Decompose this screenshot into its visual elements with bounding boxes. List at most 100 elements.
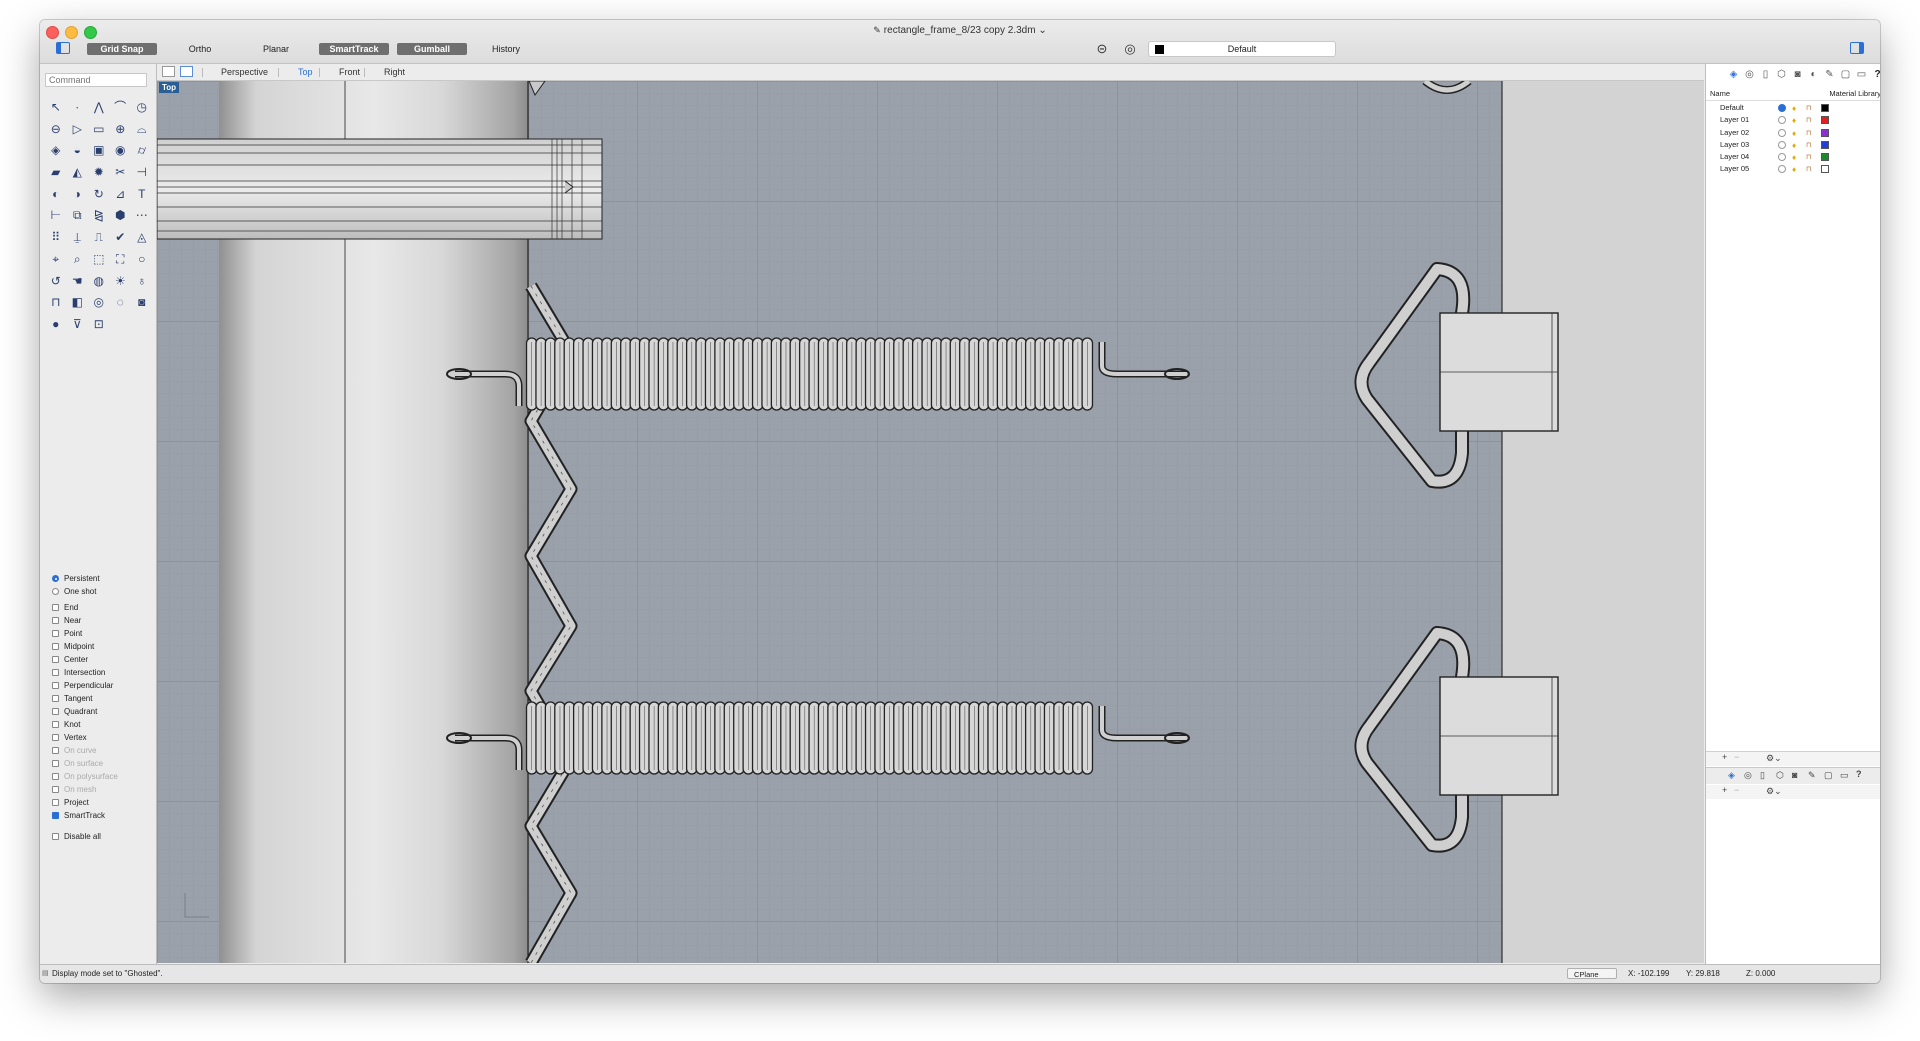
polyline-icon[interactable]: ⋀ <box>88 97 110 119</box>
ellipse-icon[interactable]: ⊖ <box>45 119 67 141</box>
radio-button[interactable] <box>52 575 59 582</box>
right-sidebar-toggle-icon[interactable] <box>1850 42 1864 54</box>
osnap-on-surface[interactable]: On surface <box>52 757 152 770</box>
extrude-icon[interactable]: ◒ <box>67 140 89 162</box>
properties-icon[interactable]: ◎ <box>1744 69 1755 80</box>
cplane-selector[interactable]: CPlane <box>1567 968 1617 979</box>
visibility-bulb-icon[interactable]: ♦ <box>1792 128 1796 140</box>
spring-lower[interactable] <box>446 701 1190 775</box>
spring-upper[interactable] <box>446 337 1190 411</box>
visibility-bulb-icon[interactable]: ♦ <box>1792 115 1796 127</box>
search-icon[interactable]: ○ <box>131 249 153 271</box>
layers-icon[interactable]: ◈ <box>1728 69 1739 80</box>
layer-name[interactable]: Layer 03 <box>1720 139 1749 151</box>
cylinder-icon[interactable]: ⌭ <box>131 140 153 162</box>
arc-icon[interactable]: ⌓ <box>131 119 153 141</box>
layer-name[interactable]: Default <box>1720 102 1744 114</box>
visibility-bulb-icon[interactable]: ♦ <box>1792 103 1796 115</box>
layer-name[interactable]: Layer 01 <box>1720 114 1749 126</box>
lock-icon[interactable]: ⊓ <box>1806 115 1811 127</box>
block-icon[interactable]: ⬢ <box>110 205 132 227</box>
target-icon[interactable]: ◎ <box>1123 42 1137 56</box>
ortho-button[interactable]: Ortho <box>180 43 220 55</box>
osnap-midpoint[interactable]: Midpoint <box>52 640 152 653</box>
window-icon[interactable]: ▢ <box>1840 69 1851 80</box>
single-view-layout-icon[interactable] <box>180 66 193 77</box>
measure-icon[interactable]: ⍊ <box>67 227 89 249</box>
surface-icon[interactable]: ▰ <box>45 162 67 184</box>
command-input[interactable] <box>45 73 147 87</box>
layer-color-swatch[interactable] <box>1821 153 1829 162</box>
monitor-icon[interactable]: ▭ <box>1840 770 1849 781</box>
lock-icon[interactable]: ⊓ <box>1806 152 1811 164</box>
checkbox[interactable] <box>52 604 59 611</box>
layer-row[interactable]: Layer 03 ♦ ⊓ <box>1706 139 1880 151</box>
osnap-smarttrack[interactable]: SmartTrack <box>52 809 152 822</box>
boolean-icon[interactable]: ◭ <box>67 162 89 184</box>
environment-icon[interactable]: ◌ <box>110 292 132 314</box>
layer-row[interactable]: Default ♦ ⊓ <box>1706 102 1880 114</box>
checkbox[interactable] <box>52 786 59 793</box>
layer-color-swatch[interactable] <box>1821 128 1829 137</box>
four-view-layout-icon[interactable] <box>162 66 175 77</box>
group-icon[interactable]: ⧉ <box>67 205 89 227</box>
osnap-on-curve[interactable]: On curve <box>52 744 152 757</box>
document-icon[interactable]: ▯ <box>1760 69 1771 80</box>
lock-icon[interactable]: ⊓ <box>1806 164 1811 176</box>
rotate-view-icon[interactable]: ↺ <box>45 271 67 293</box>
checkbox[interactable] <box>52 734 59 741</box>
layer-row[interactable]: Layer 04 ♦ ⊓ <box>1706 151 1880 163</box>
tab-right[interactable]: Right <box>384 67 405 77</box>
point-icon[interactable]: ∙ <box>67 97 89 119</box>
dimension-icon[interactable]: ⊢ <box>45 205 67 227</box>
color-wheel-icon[interactable]: ◎ <box>88 292 110 314</box>
render-sphere-icon[interactable]: ● <box>45 314 67 336</box>
pan-icon[interactable]: ☚ <box>67 271 89 293</box>
lock-icon[interactable]: ⊓ <box>1806 140 1811 152</box>
monitor-icon[interactable]: ▭ <box>1856 69 1867 80</box>
checkbox[interactable] <box>52 695 59 702</box>
zoom-window-icon[interactable]: ⬚ <box>88 249 110 271</box>
top-viewport[interactable]: Top <box>157 81 1704 963</box>
add-item-icon[interactable]: + <box>1722 785 1727 795</box>
visibility-bulb-icon[interactable]: ♦ <box>1792 164 1796 176</box>
checkbox[interactable] <box>52 773 59 780</box>
visibility-bulb-icon[interactable]: ♦ <box>1792 140 1796 152</box>
fillet-icon[interactable]: ◐ <box>45 184 67 206</box>
osnap-quadrant[interactable]: Quadrant <box>52 705 152 718</box>
cube-icon[interactable]: ⬡ <box>1776 770 1784 781</box>
osnap-persistent[interactable]: Persistent <box>52 572 152 585</box>
current-layer-dropdown[interactable]: Default <box>1148 41 1336 57</box>
window-icon[interactable]: ▢ <box>1824 770 1833 781</box>
mirror-icon[interactable]: ⧎ <box>88 205 110 227</box>
lasso-icon[interactable]: ⌖ <box>45 249 67 271</box>
checkbox[interactable] <box>52 643 59 650</box>
help-icon[interactable]: ? <box>1872 69 1880 80</box>
checkbox[interactable] <box>52 630 59 637</box>
material-library-header[interactable]: Material Library <box>1829 89 1880 98</box>
rendering-icon[interactable]: ◐ <box>1808 69 1819 80</box>
add-layer-icon[interactable]: + <box>1722 752 1727 762</box>
checkbox[interactable] <box>52 799 59 806</box>
plane-surface-icon[interactable]: ◈ <box>45 140 67 162</box>
osnap-project[interactable]: Project <box>52 796 152 809</box>
viewport-label[interactable]: Top <box>159 82 180 93</box>
rectangle-icon[interactable]: ▭ <box>88 119 110 141</box>
box-icon[interactable]: ▣ <box>88 140 110 162</box>
horizontal-bar-group[interactable] <box>157 138 603 240</box>
model-canvas[interactable] <box>157 81 1704 963</box>
osnap-on-polysurface[interactable]: On polysurface <box>52 770 152 783</box>
layer-name[interactable]: Layer 05 <box>1720 163 1749 175</box>
pencil-icon[interactable]: ✎ <box>1824 69 1835 80</box>
layer-color-swatch[interactable] <box>1821 140 1829 149</box>
checkbox[interactable] <box>52 682 59 689</box>
layer-color-swatch[interactable] <box>1821 116 1829 125</box>
split-icon[interactable]: ⎍ <box>88 227 110 249</box>
material-icon[interactable]: ◧ <box>67 292 89 314</box>
osnap-end[interactable]: End <box>52 601 152 614</box>
checkbox[interactable] <box>52 747 59 754</box>
undo-view-icon[interactable]: ⊝ <box>1095 42 1109 56</box>
checkbox[interactable] <box>52 656 59 663</box>
smarttrack-button[interactable]: SmartTrack <box>319 43 389 55</box>
layer-name[interactable]: Layer 04 <box>1720 151 1749 163</box>
